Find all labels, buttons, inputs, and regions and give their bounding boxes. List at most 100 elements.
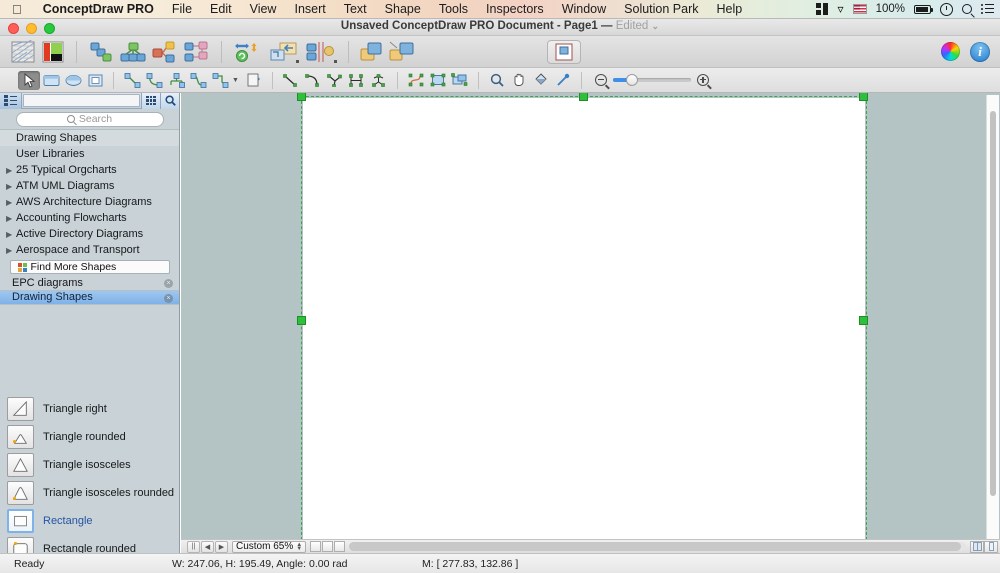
menu-view[interactable]: View xyxy=(241,0,286,19)
close-icon[interactable]: × xyxy=(164,279,173,288)
zoom-out-icon[interactable] xyxy=(594,74,607,86)
horizontal-scrollbar[interactable] xyxy=(349,542,966,551)
direct-connector-tool[interactable] xyxy=(121,71,143,90)
chevron-right-icon[interactable]: ▶ xyxy=(6,198,15,207)
freehand-tool[interactable] xyxy=(368,71,390,90)
library-item-aws-architecture-diagrams[interactable]: ▶ AWS Architecture Diagrams xyxy=(0,194,179,210)
wifi-icon[interactable]: ▿ xyxy=(838,2,844,16)
pointer-tool[interactable] xyxy=(18,70,40,90)
org-chart-button[interactable] xyxy=(117,39,149,65)
library-tab-epc-diagrams[interactable]: EPC diagrams × xyxy=(0,276,179,291)
split-view-vertical-button[interactable] xyxy=(984,540,998,553)
menu-window[interactable]: Window xyxy=(553,0,615,19)
hand-tool[interactable] xyxy=(508,71,530,90)
menu-shape[interactable]: Shape xyxy=(376,0,430,19)
menu-conceptdraw-pro[interactable]: ConceptDraw PRO xyxy=(34,0,163,19)
library-item-atm-uml-diagrams[interactable]: ▶ ATM UML Diagrams xyxy=(0,178,179,194)
polyline-tool[interactable] xyxy=(324,71,346,90)
chevron-right-icon[interactable]: ▶ xyxy=(6,182,15,191)
library-item-active-directory-diagrams[interactable]: ▶ Active Directory Diagrams xyxy=(0,226,179,242)
selection-handle-middle-right[interactable] xyxy=(859,316,868,325)
view-mode-1-button[interactable] xyxy=(310,541,322,552)
frame-tool[interactable] xyxy=(84,71,106,90)
battery-charging-icon[interactable] xyxy=(914,4,933,14)
menu-file[interactable]: File xyxy=(163,0,201,19)
zoom-level-select[interactable]: Custom 65% ▲ ▼ xyxy=(232,540,307,553)
menu-edit[interactable]: Edit xyxy=(201,0,241,19)
zoom-slider-knob[interactable] xyxy=(625,74,638,86)
close-icon[interactable]: × xyxy=(164,293,173,303)
layer-back-button[interactable] xyxy=(266,39,302,65)
crop-tool[interactable] xyxy=(427,71,449,90)
group-button[interactable] xyxy=(357,39,387,65)
snap-tool[interactable] xyxy=(449,71,471,90)
library-item-drawing-shapes[interactable]: Drawing Shapes xyxy=(0,130,179,146)
fill-color-button[interactable] xyxy=(38,39,68,65)
menu-inspectors[interactable]: Inspectors xyxy=(477,0,553,19)
insert-object-tool[interactable] xyxy=(243,71,265,90)
selection-handle-middle-left[interactable] xyxy=(297,316,306,325)
selection-rectangle[interactable] xyxy=(301,96,867,545)
chevron-right-icon[interactable]: ▶ xyxy=(6,246,15,255)
apple-icon[interactable]:  xyxy=(0,3,34,16)
arc-tool[interactable] xyxy=(302,71,324,90)
shape-item-triangle-rounded[interactable]: Triangle rounded xyxy=(0,423,179,451)
spotlight-search-icon[interactable] xyxy=(962,4,972,14)
view-mode-2-button[interactable] xyxy=(322,541,334,552)
align-distribute-button[interactable] xyxy=(302,39,340,65)
library-item-aerospace-and-transport[interactable]: ▶ Aerospace and Transport xyxy=(0,242,179,258)
basic-diagram-button[interactable] xyxy=(85,39,117,65)
mission-control-icon[interactable] xyxy=(815,3,829,15)
connector-tool-button[interactable] xyxy=(230,39,266,65)
bezier-tool[interactable] xyxy=(346,71,368,90)
tree-connector-tool[interactable] xyxy=(165,71,187,90)
menu-solution-park[interactable]: Solution Park xyxy=(615,0,707,19)
selection-handle-top-right[interactable] xyxy=(859,93,868,101)
menu-help[interactable]: Help xyxy=(708,0,752,19)
menu-text[interactable]: Text xyxy=(335,0,376,19)
page-next-button[interactable]: ▶ xyxy=(215,540,228,553)
find-more-shapes-button[interactable]: Find More Shapes xyxy=(9,260,170,274)
zoom-tool[interactable] xyxy=(486,71,508,90)
chevron-right-icon[interactable]: ▶ xyxy=(6,166,15,175)
fill-tool[interactable] xyxy=(530,71,552,90)
page-preview-button[interactable] xyxy=(547,39,581,64)
vertical-scrollbar[interactable] xyxy=(986,95,999,539)
shape-item-rectangle[interactable]: Rectangle xyxy=(0,507,179,535)
menu-tools[interactable]: Tools xyxy=(430,0,477,19)
mind-map-button[interactable] xyxy=(149,39,181,65)
selection-handle-top-left[interactable] xyxy=(297,93,306,101)
search-input[interactable]: Search xyxy=(15,111,164,127)
clock-icon[interactable] xyxy=(940,2,953,16)
eyedropper-tool[interactable] xyxy=(552,71,574,90)
edit-points-tool[interactable] xyxy=(405,71,427,90)
info-inspector-button[interactable]: i xyxy=(970,41,990,62)
ellipse-tool[interactable] xyxy=(62,71,84,90)
flow-chart-button[interactable] xyxy=(181,39,213,65)
chevron-right-icon[interactable]: ▶ xyxy=(6,214,15,223)
color-wheel-button[interactable] xyxy=(941,42,960,61)
page-prev-button[interactable]: ◀ xyxy=(201,540,214,553)
library-search-icon[interactable] xyxy=(160,93,179,109)
library-filter-input[interactable] xyxy=(23,94,140,107)
us-flag-icon[interactable] xyxy=(852,4,867,14)
chevron-down-icon[interactable]: ⌄ xyxy=(652,21,660,31)
chevron-right-icon[interactable]: ▶ xyxy=(6,230,15,239)
library-tree-icon[interactable] xyxy=(0,93,22,109)
smart-connector-tool[interactable] xyxy=(209,71,231,90)
arc-connector-tool[interactable] xyxy=(143,71,165,90)
curve-connector-tool[interactable] xyxy=(187,71,209,90)
shape-item-triangle-isosceles[interactable]: Triangle isosceles xyxy=(0,451,179,479)
rectangle-tool[interactable] xyxy=(40,71,62,90)
ungroup-button[interactable] xyxy=(387,39,417,65)
horizontal-scrollbar-thumb[interactable] xyxy=(349,542,962,551)
library-tab-drawing-shapes[interactable]: Drawing Shapes × xyxy=(0,290,179,305)
library-item-user-libraries[interactable]: User Libraries xyxy=(0,146,179,162)
zoom-slider[interactable] xyxy=(612,74,691,86)
library-item-accounting-flowcharts[interactable]: ▶ Accounting Flowcharts xyxy=(0,210,179,226)
shape-item-triangle-isosceles-rounded[interactable]: Triangle isosceles rounded xyxy=(0,479,179,507)
grid-view-icon[interactable] xyxy=(141,93,160,109)
library-item-25-typical-orgcharts[interactable]: ▶ 25 Typical Orgcharts xyxy=(0,162,179,178)
stepper-icon[interactable]: ▲ ▼ xyxy=(296,542,302,552)
notification-center-icon[interactable] xyxy=(981,4,994,14)
